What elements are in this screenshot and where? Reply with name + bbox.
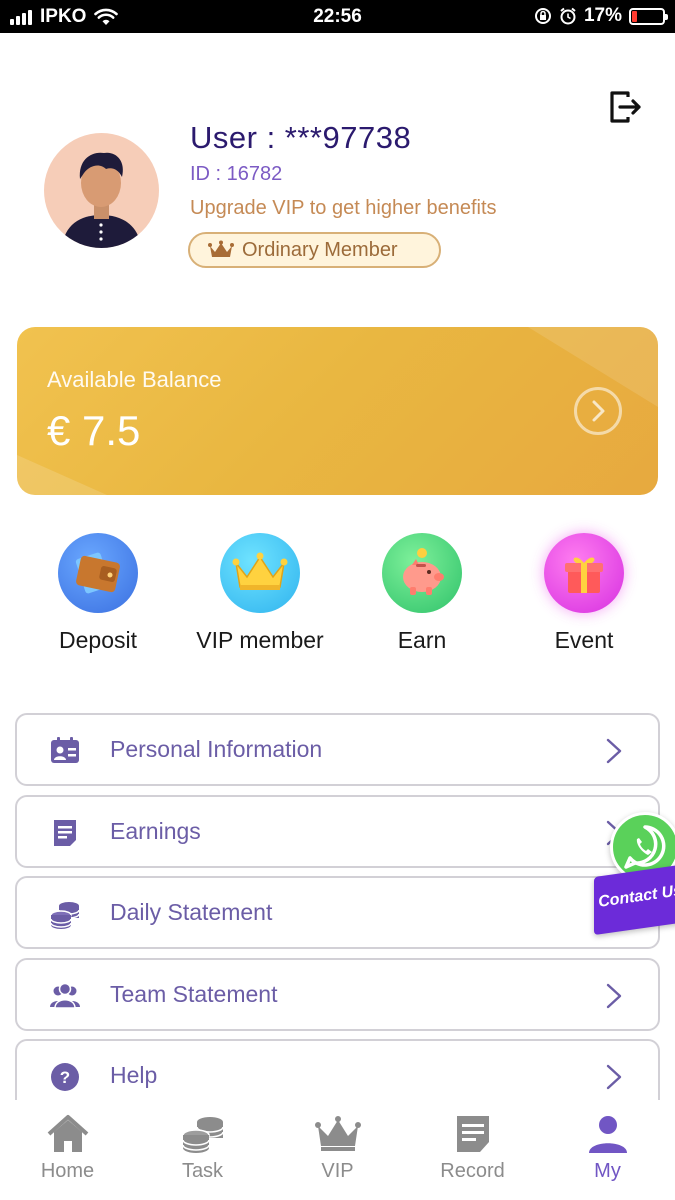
menu-item-team-statement[interactable]: Team Statement (15, 958, 660, 1031)
quick-action-event[interactable]: Event (504, 533, 664, 654)
crown-icon (314, 1116, 361, 1151)
contact-us-button[interactable]: Contact Us (592, 812, 675, 936)
alarm-icon (560, 7, 576, 25)
quick-action-label: Earn (397, 627, 447, 653)
page: IPKO 22:56 17% User: ***97738 ID: 1678… (0, 0, 675, 1200)
balance-detail-button[interactable] (574, 387, 622, 435)
home-icon (47, 1115, 88, 1152)
menu-item-earnings[interactable]: Earnings (15, 795, 660, 868)
menu-item-personal-information[interactable]: Personal Information (15, 713, 660, 786)
nav-home[interactable]: Home (0, 1114, 135, 1183)
help-icon: ? (51, 1063, 79, 1091)
team-icon (50, 982, 80, 1009)
menu-item-label: Team Statement (110, 981, 278, 1007)
nav-task[interactable]: Task (135, 1114, 270, 1183)
piggy-bank-icon (382, 533, 462, 613)
svg-text:?: ? (60, 1068, 70, 1087)
gift-icon (544, 533, 624, 613)
battery-icon (629, 7, 668, 25)
quick-action-deposit[interactable]: Deposit (18, 533, 178, 654)
nav-record[interactable]: Record (405, 1114, 540, 1183)
nav-label: My (594, 1160, 621, 1182)
quick-action-label: VIP member (196, 627, 324, 653)
nav-label: VIP (321, 1160, 354, 1182)
nav-label: Record (440, 1160, 505, 1182)
member-level-badge: Ordinary Member (188, 232, 441, 268)
user-title: User : ***97738 (190, 120, 412, 155)
quick-action-label: Deposit (59, 627, 137, 653)
nav-vip[interactable]: VIP (270, 1114, 405, 1183)
balance-label: Available Balance (47, 367, 222, 392)
document-icon (54, 820, 76, 846)
avatar (44, 133, 159, 248)
status-bar: IPKO 22:56 17% (0, 0, 675, 33)
rotation-lock-icon (534, 8, 551, 24)
status-right: 17% (534, 5, 668, 27)
menu-item-label: Help (110, 1062, 158, 1088)
balance-card[interactable]: Available Balance € 7.5 (17, 327, 658, 495)
upgrade-text: Upgrade VIP to get higher benefits (190, 197, 497, 219)
logout-icon[interactable] (606, 88, 644, 126)
coins-icon (181, 1117, 224, 1153)
quick-action-label: Event (554, 627, 614, 653)
chevron-right-icon (606, 1064, 622, 1090)
battery-level (632, 10, 638, 22)
id-card-icon (51, 737, 79, 763)
nav-label: Task (181, 1160, 224, 1182)
battery-percent: 17% (583, 5, 622, 26)
member-level-label: Ordinary Member (242, 238, 398, 261)
chevron-right-icon (606, 738, 622, 764)
bottom-nav: Home Task VIP Record My (0, 1100, 675, 1200)
user-id: ID : 16782 (190, 163, 283, 185)
menu-item-label: Earnings (110, 818, 201, 844)
quick-action-earn[interactable]: Earn (342, 533, 502, 654)
nav-label: Home (40, 1160, 95, 1182)
crown-icon (220, 533, 300, 613)
chevron-right-icon (592, 400, 605, 422)
menu-item-daily-statement[interactable]: Daily Statement (15, 876, 660, 949)
document-icon (456, 1116, 489, 1152)
wallet-icon (58, 533, 138, 613)
menu-item-label: Personal Information (110, 736, 323, 762)
nav-my[interactable]: My (540, 1114, 675, 1183)
balance-value: € 7.5 (47, 407, 141, 454)
coins-icon (50, 902, 80, 929)
card-decoration (17, 455, 107, 495)
user-avatar-illustration (62, 152, 141, 248)
chevron-right-icon (606, 983, 622, 1009)
crown-icon (208, 240, 234, 257)
menu-item-label: Daily Statement (110, 899, 273, 925)
quick-action-vip-member[interactable]: VIP member (180, 533, 340, 654)
person-icon (588, 1116, 627, 1153)
